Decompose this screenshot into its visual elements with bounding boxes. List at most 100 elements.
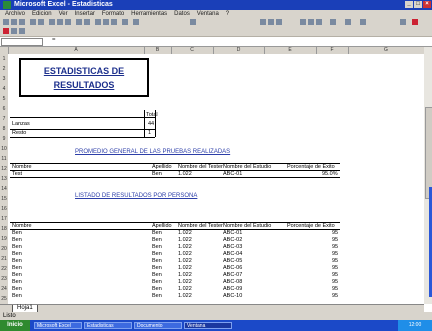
- small-table-value: 1: [148, 130, 152, 136]
- print-icon[interactable]: [30, 19, 36, 25]
- row-header[interactable]: 21: [0, 256, 8, 262]
- autosum-icon[interactable]: [95, 19, 101, 25]
- copy-icon[interactable]: [57, 19, 63, 25]
- row-header[interactable]: 9: [0, 136, 8, 142]
- menu-window[interactable]: Ventana: [197, 10, 219, 18]
- taskbar-item[interactable]: Estadisticas: [84, 322, 132, 329]
- section-1-cell: 95.0%: [322, 171, 338, 177]
- menu-edit[interactable]: Edicion: [32, 10, 52, 18]
- close-button[interactable]: ×: [423, 1, 431, 8]
- row-header[interactable]: 11: [0, 156, 8, 162]
- menu-view[interactable]: Ver: [59, 10, 68, 18]
- row-header[interactable]: 15: [0, 196, 8, 202]
- font-icon[interactable]: [190, 19, 196, 25]
- menu-help[interactable]: ?: [226, 10, 229, 18]
- section-2-cell: Ben: [12, 237, 22, 243]
- paste-icon[interactable]: [65, 19, 71, 25]
- sort-asc-icon[interactable]: [103, 19, 109, 25]
- open-file-icon[interactable]: [11, 19, 17, 25]
- scrollbar-thumb[interactable]: [425, 107, 432, 199]
- row-header[interactable]: 7: [0, 116, 8, 122]
- maximize-button[interactable]: □: [414, 1, 422, 8]
- section-2-cell: Ben: [12, 244, 22, 250]
- row-header[interactable]: 6: [0, 106, 8, 112]
- chart-wizard-icon[interactable]: [122, 19, 128, 25]
- zoom-icon[interactable]: [133, 19, 139, 25]
- section-2-cell: Ben: [12, 293, 22, 299]
- taskbar-item[interactable]: Documento: [134, 322, 182, 329]
- fill-color-icon[interactable]: [400, 19, 406, 25]
- align-right-icon[interactable]: [316, 19, 322, 25]
- row-header[interactable]: 23: [0, 276, 8, 282]
- taskbar-item[interactable]: Ventana: [184, 322, 232, 329]
- preview-icon[interactable]: [38, 19, 44, 25]
- menu-insert[interactable]: Insertar: [75, 10, 95, 18]
- row-header[interactable]: 25: [0, 296, 8, 302]
- section-2-cell: Ben: [152, 293, 162, 299]
- row-header[interactable]: 8: [0, 126, 8, 132]
- section-2-cell: 95: [332, 230, 339, 236]
- taskbar-item[interactable]: Microsoft Excel: [34, 322, 82, 329]
- merge-icon[interactable]: [330, 19, 336, 25]
- column-header-g[interactable]: G: [348, 47, 425, 54]
- row-header[interactable]: 10: [0, 146, 8, 152]
- column-header-a[interactable]: A: [8, 47, 145, 54]
- cut-icon[interactable]: [49, 19, 55, 25]
- row-header[interactable]: 24: [0, 286, 8, 292]
- row-header[interactable]: 4: [0, 86, 8, 92]
- section-2-cell: 95: [332, 251, 339, 257]
- refresh-icon[interactable]: [11, 28, 17, 34]
- column-header-e[interactable]: E: [264, 47, 317, 54]
- minimize-button[interactable]: _: [405, 1, 413, 8]
- section-2-col-header: Nombre: [12, 223, 32, 229]
- column-header-d[interactable]: D: [213, 47, 265, 54]
- menu-tools[interactable]: Herramientas: [131, 10, 167, 18]
- web-toolbar-icon[interactable]: [19, 28, 25, 34]
- section-2-cell: 95: [332, 272, 339, 278]
- column-header-f[interactable]: F: [316, 47, 349, 54]
- italic-icon[interactable]: [268, 19, 274, 25]
- menu-data[interactable]: Datos: [174, 10, 190, 18]
- save-icon[interactable]: [19, 19, 25, 25]
- row-header[interactable]: 5: [0, 96, 8, 102]
- section-2-cell: Ben: [152, 286, 162, 292]
- sort-desc-icon[interactable]: [111, 19, 117, 25]
- underline-icon[interactable]: [276, 19, 282, 25]
- row-header[interactable]: 17: [0, 216, 8, 222]
- row-header[interactable]: 19: [0, 236, 8, 242]
- currency-icon[interactable]: [345, 19, 351, 25]
- column-header-c[interactable]: C: [171, 47, 214, 54]
- small-table-rule: [10, 137, 155, 138]
- section-2-cell: 1.022: [178, 279, 192, 285]
- row-header[interactable]: 22: [0, 266, 8, 272]
- row-header[interactable]: 16: [0, 206, 8, 212]
- stop-icon[interactable]: [3, 28, 9, 34]
- row-header[interactable]: 14: [0, 186, 8, 192]
- new-file-icon[interactable]: [3, 19, 9, 25]
- section-2-cell: 95: [332, 244, 339, 250]
- column-header-b[interactable]: B: [144, 47, 172, 54]
- row-header[interactable]: 1: [0, 56, 8, 62]
- row-header[interactable]: 12: [0, 166, 8, 172]
- section-1-cell: 1.022: [178, 171, 192, 177]
- row-header[interactable]: 20: [0, 246, 8, 252]
- align-center-icon[interactable]: [308, 19, 314, 25]
- section-2-cell: Ben: [152, 251, 162, 257]
- name-box[interactable]: [1, 38, 43, 46]
- undo-icon[interactable]: [76, 19, 82, 25]
- align-left-icon[interactable]: [300, 19, 306, 25]
- taskbar: Inicio Microsoft Excel Estadisticas Docu…: [0, 320, 432, 331]
- row-header[interactable]: 3: [0, 76, 8, 82]
- function-icon[interactable]: =: [52, 37, 56, 43]
- menu-file[interactable]: Archivo: [5, 10, 25, 18]
- row-header[interactable]: 2: [0, 66, 8, 72]
- redo-icon[interactable]: [84, 19, 90, 25]
- font-color-icon[interactable]: [412, 19, 418, 25]
- start-button[interactable]: Inicio: [0, 320, 30, 331]
- row-header[interactable]: 13: [0, 176, 8, 182]
- percent-icon[interactable]: [360, 19, 366, 25]
- vertical-scrollbar[interactable]: [424, 47, 432, 304]
- bold-icon[interactable]: [260, 19, 266, 25]
- menu-format[interactable]: Formato: [102, 10, 124, 18]
- row-header[interactable]: 18: [0, 226, 8, 232]
